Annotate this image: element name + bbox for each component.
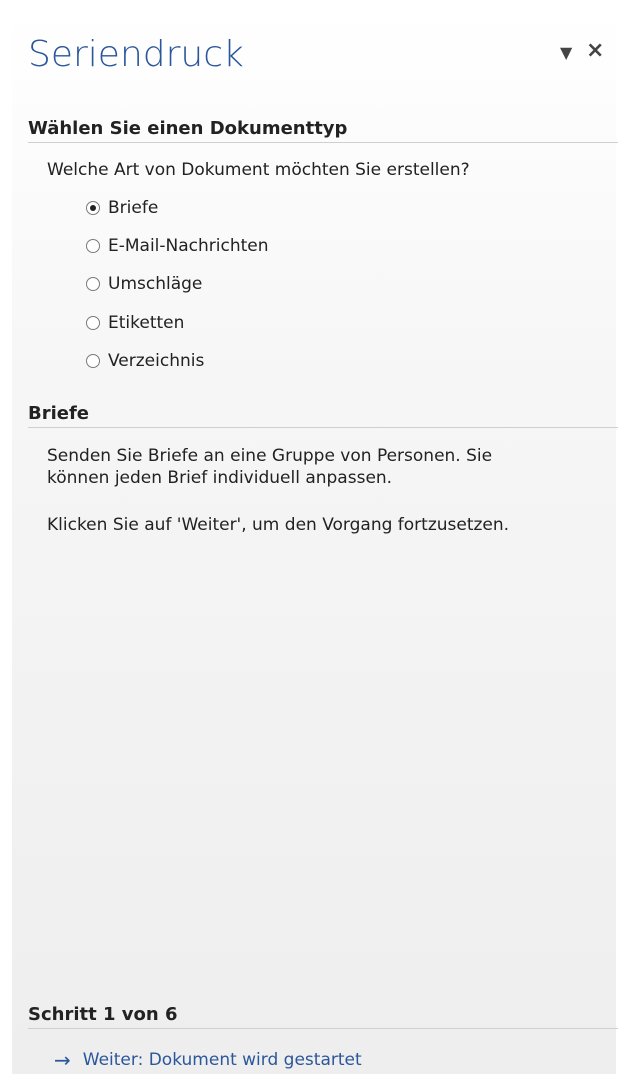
step-indicator: Schritt 1 von 6 <box>28 1004 618 1029</box>
radio-verzeichnis[interactable]: Verzeichnis <box>86 349 204 373</box>
description-line-1: Senden Sie Briefe an eine Gruppe von Per… <box>47 446 493 466</box>
pane-options-icon[interactable]: ▼ <box>560 43 572 62</box>
radio-label: Umschläge <box>108 274 203 294</box>
doc-type-question: Welche Art von Dokument möchten Sie erst… <box>47 160 470 180</box>
radio-label: Verzeichnis <box>108 351 205 371</box>
pane-title: Seriendruck <box>28 34 244 75</box>
radio-selected-icon[interactable] <box>86 201 100 215</box>
description-heading: Briefe <box>28 403 618 428</box>
mail-merge-pane: Seriendruck ▼ × Wählen Sie einen Dokumen… <box>12 12 618 1074</box>
radio-unselected-icon[interactable] <box>86 239 100 253</box>
radio-label: Briefe <box>108 198 159 218</box>
radio-unselected-icon[interactable] <box>86 316 100 330</box>
next-link[interactable]: → Weiter: Dokument wird gestartet <box>54 1048 362 1072</box>
radio-unselected-icon[interactable] <box>86 354 100 368</box>
close-icon[interactable]: × <box>586 38 604 63</box>
radio-unselected-icon[interactable] <box>86 277 100 291</box>
radio-label: Etiketten <box>108 313 185 333</box>
description-line-2: können jeden Brief individuell anpassen. <box>47 468 393 488</box>
doc-type-heading: Wählen Sie einen Dokumenttyp <box>28 118 618 143</box>
radio-etiketten[interactable]: Etiketten <box>86 311 184 335</box>
description-line-3: Klicken Sie auf 'Weiter', um den Vorgang… <box>47 515 510 535</box>
radio-email[interactable]: E-Mail-Nachrichten <box>86 234 269 258</box>
arrow-right-icon: → <box>54 1048 71 1072</box>
radio-briefe[interactable]: Briefe <box>86 196 158 220</box>
radio-umschlaege[interactable]: Umschläge <box>86 272 202 296</box>
radio-label: E-Mail-Nachrichten <box>108 236 269 256</box>
next-link-label[interactable]: Weiter: Dokument wird gestartet <box>83 1050 362 1070</box>
